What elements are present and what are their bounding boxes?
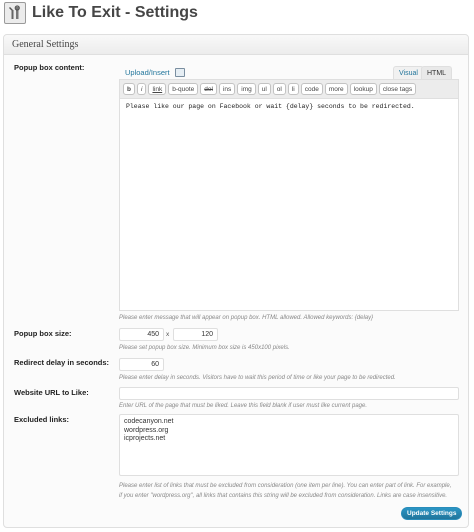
quicktags-toolbar: b i link b-quote del ins img ul ol li co… <box>120 80 458 98</box>
redirect-delay-input[interactable]: 60 <box>119 358 164 371</box>
excluded-links-description-1: Please enter list of links that must be … <box>119 483 452 489</box>
lookup-button[interactable]: lookup <box>349 83 377 95</box>
blockquote-button[interactable]: b-quote <box>168 83 199 95</box>
page-title: Like To Exit - Settings <box>32 4 198 21</box>
section-title: General Settings <box>4 35 468 55</box>
popup-height-input[interactable]: 120 <box>173 328 218 341</box>
excluded-link-line: wordpress.org <box>124 426 169 434</box>
website-url-input[interactable] <box>119 387 459 400</box>
img-button[interactable]: img <box>237 83 256 95</box>
ul-button[interactable]: ul <box>257 83 271 95</box>
tab-html[interactable]: HTML <box>421 66 453 80</box>
popup-width-input[interactable]: 450 <box>119 328 164 341</box>
upload-insert-label[interactable]: Upload/Insert <box>125 68 170 77</box>
website-url-label: Website URL to Like: <box>14 388 89 397</box>
excluded-links-label: Excluded links: <box>14 415 70 424</box>
tools-icon-glyph <box>9 5 20 19</box>
media-icon[interactable] <box>174 68 185 77</box>
redirect-delay-label: Redirect delay in seconds: <box>14 358 110 367</box>
size-separator: x <box>166 331 170 338</box>
page-header: Like To Exit - Settings <box>4 0 198 26</box>
code-button[interactable]: code <box>300 83 323 95</box>
tools-icon <box>4 2 26 24</box>
ins-button[interactable]: ins <box>218 83 236 95</box>
popup-size-description: Please set popup box size. Minimum box s… <box>119 345 290 351</box>
website-url-description: Enter URL of the page that must be liked… <box>119 403 368 409</box>
upload-insert-link[interactable]: Upload/Insert <box>125 68 185 77</box>
del-button[interactable]: del <box>200 83 217 95</box>
close-tags-button[interactable]: close tags <box>378 83 417 95</box>
excluded-link-line: icprojects.net <box>124 435 166 442</box>
excluded-link-line: codecanyon.net <box>124 418 174 425</box>
ol-button[interactable]: ol <box>272 83 286 95</box>
popup-content-label: Popup box content: <box>14 63 85 72</box>
popup-size-label: Popup box size: <box>14 329 72 338</box>
link-button[interactable]: link <box>148 83 167 95</box>
italic-button[interactable]: i <box>136 83 147 95</box>
more-button[interactable]: more <box>324 83 348 95</box>
content-editor: b i link b-quote del ins img ul ol li co… <box>119 79 459 311</box>
excluded-links-description-2: if you enter "wordpress.org", all links … <box>119 493 448 499</box>
tab-visual[interactable]: Visual <box>393 66 424 80</box>
li-button[interactable]: li <box>287 83 299 95</box>
update-settings-button[interactable]: Update Settings <box>401 507 463 520</box>
bold-button[interactable]: b <box>123 83 135 95</box>
excluded-links-textarea[interactable]: codecanyon.net wordpress.org icprojects.… <box>119 414 459 476</box>
content-textarea[interactable]: Please like our page on Facebook or wait… <box>120 98 458 310</box>
redirect-delay-description: Please enter delay in seconds. Visitors … <box>119 375 396 381</box>
popup-content-description: Please enter message that will appear on… <box>119 315 374 321</box>
